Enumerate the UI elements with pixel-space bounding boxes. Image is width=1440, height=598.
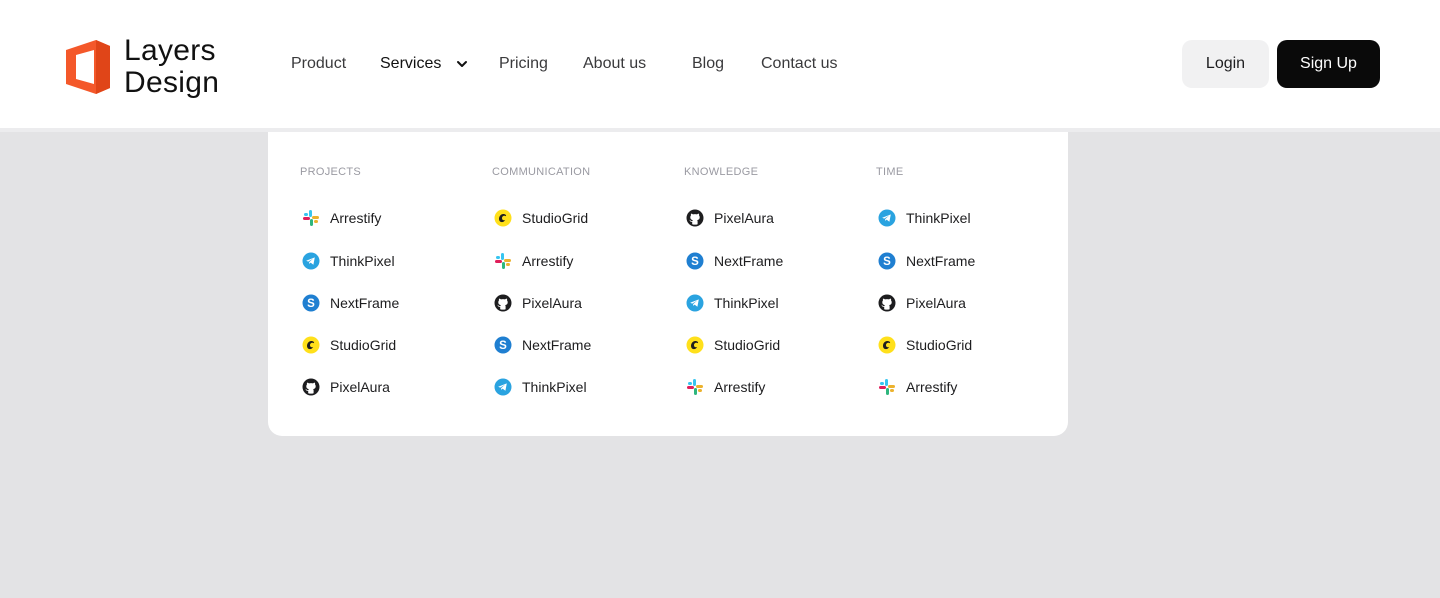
telegram-icon [302,252,320,270]
nav-contact-us[interactable]: Contact us [761,52,837,76]
telegram-icon [878,209,896,227]
menu-item-label: ThinkPixel [906,210,971,226]
mailchimp-icon [494,209,512,227]
column-title: COMMUNICATION [492,166,591,178]
menu-item-label: NextFrame [522,337,592,353]
column-knowledge: KNOWLEDGE PixelAura S NextFrame ThinkPixel S… [684,165,864,395]
menu-item-nextframe[interactable]: S NextFrame [684,250,783,272]
column-communication: COMMUNICATION StudioGrid Arrestify PixelAu… [492,165,672,396]
menu-item-nextframe[interactable]: S NextFrame [876,250,975,272]
column-time: TIME ThinkPixel S NextFrame PixelAura Studio… [876,165,1056,395]
menu-item-studiogrid[interactable]: StudioGrid [684,334,780,356]
nav-product[interactable]: Product [291,52,346,76]
slack-icon [302,209,320,227]
menu-item-thinkpixel[interactable]: ThinkPixel [300,250,395,272]
menu-item-label: StudioGrid [714,337,781,353]
github-icon [302,378,320,396]
brand-wordmark: Layers Design [124,35,219,99]
slack-icon [686,378,704,396]
svg-text:S: S [307,298,315,310]
menu-item-label: StudioGrid [906,337,973,353]
menu-item-label: PixelAura [522,295,582,311]
github-icon [494,294,512,312]
github-icon [878,294,896,312]
menu-item-pixelaura[interactable]: PixelAura [876,292,966,314]
menu-item-label: Arrestify [714,379,766,395]
menu-item-label: ThinkPixel [330,253,395,269]
menu-item-arrestify[interactable]: Arrestify [684,376,765,398]
menu-item-label: Arrestify [330,210,382,226]
menu-item-thinkpixel[interactable]: ThinkPixel [684,292,779,314]
menu-item-studiogrid[interactable]: StudioGrid [876,334,972,356]
svg-text:S: S [883,256,891,268]
menu-item-studiogrid[interactable]: StudioGrid [492,207,588,229]
menu-item-pixelaura[interactable]: PixelAura [492,292,582,314]
menu-item-label: Arrestify [906,379,958,395]
top-navbar: Layers Design Product Services Pricing A… [0,0,1440,128]
menu-item-label: PixelAura [714,210,774,226]
menu-item-label: ThinkPixel [714,295,779,311]
telegram-icon [686,294,704,312]
brand-line-1: Layers [124,34,216,67]
menu-item-arrestify[interactable]: Arrestify [300,207,381,229]
brand-line-2: Design [124,66,220,99]
chevron-down-icon[interactable] [456,58,468,70]
slack-icon [494,252,512,270]
skype-icon: S [686,252,704,270]
nav-blog[interactable]: Blog [692,52,724,76]
signup-button[interactable]: Sign Up [1277,40,1380,88]
menu-item-label: NextFrame [906,253,976,269]
skype-icon: S [494,336,512,354]
menu-item-label: StudioGrid [522,210,589,226]
mailchimp-icon [878,336,896,354]
menu-item-studiogrid[interactable]: StudioGrid [300,334,396,356]
svg-text:S: S [499,340,507,352]
menu-item-label: NextFrame [330,295,400,311]
nav-services[interactable]: Services [380,52,441,76]
mailchimp-icon [686,336,704,354]
column-title: KNOWLEDGE [684,166,759,178]
menu-item-label: PixelAura [906,295,966,311]
menu-item-thinkpixel[interactable]: ThinkPixel [492,376,587,398]
menu-item-pixelaura[interactable]: PixelAura [300,376,390,398]
menu-item-thinkpixel[interactable]: ThinkPixel [876,207,971,229]
menu-item-label: Arrestify [522,253,574,269]
nav-pricing[interactable]: Pricing [499,52,548,76]
column-projects: PROJECTS Arrestify ThinkPixel S NextFrame St… [300,165,480,396]
skype-icon: S [302,294,320,312]
brand-logo-icon [66,40,110,94]
column-title: TIME [876,166,904,178]
menu-item-label: PixelAura [330,379,390,395]
skype-icon: S [878,252,896,270]
services-dropdown: PROJECTS Arrestify ThinkPixel S NextFrame St… [268,132,1068,436]
mailchimp-icon [302,336,320,354]
column-title: PROJECTS [300,166,362,178]
slack-icon [878,378,896,396]
menu-item-label: ThinkPixel [522,379,587,395]
menu-item-nextframe[interactable]: S NextFrame [492,334,591,356]
nav-about-us[interactable]: About us [583,52,646,76]
menu-item-label: StudioGrid [330,337,397,353]
github-icon [686,209,704,227]
menu-item-nextframe[interactable]: S NextFrame [300,292,399,314]
svg-text:S: S [691,256,699,268]
telegram-icon [494,378,512,396]
menu-item-arrestify[interactable]: Arrestify [876,376,957,398]
login-button[interactable]: Login [1182,40,1269,88]
brand-logo[interactable]: Layers Design [64,34,219,100]
menu-item-label: NextFrame [714,253,784,269]
menu-item-pixelaura[interactable]: PixelAura [684,207,774,229]
menu-item-arrestify[interactable]: Arrestify [492,250,573,272]
